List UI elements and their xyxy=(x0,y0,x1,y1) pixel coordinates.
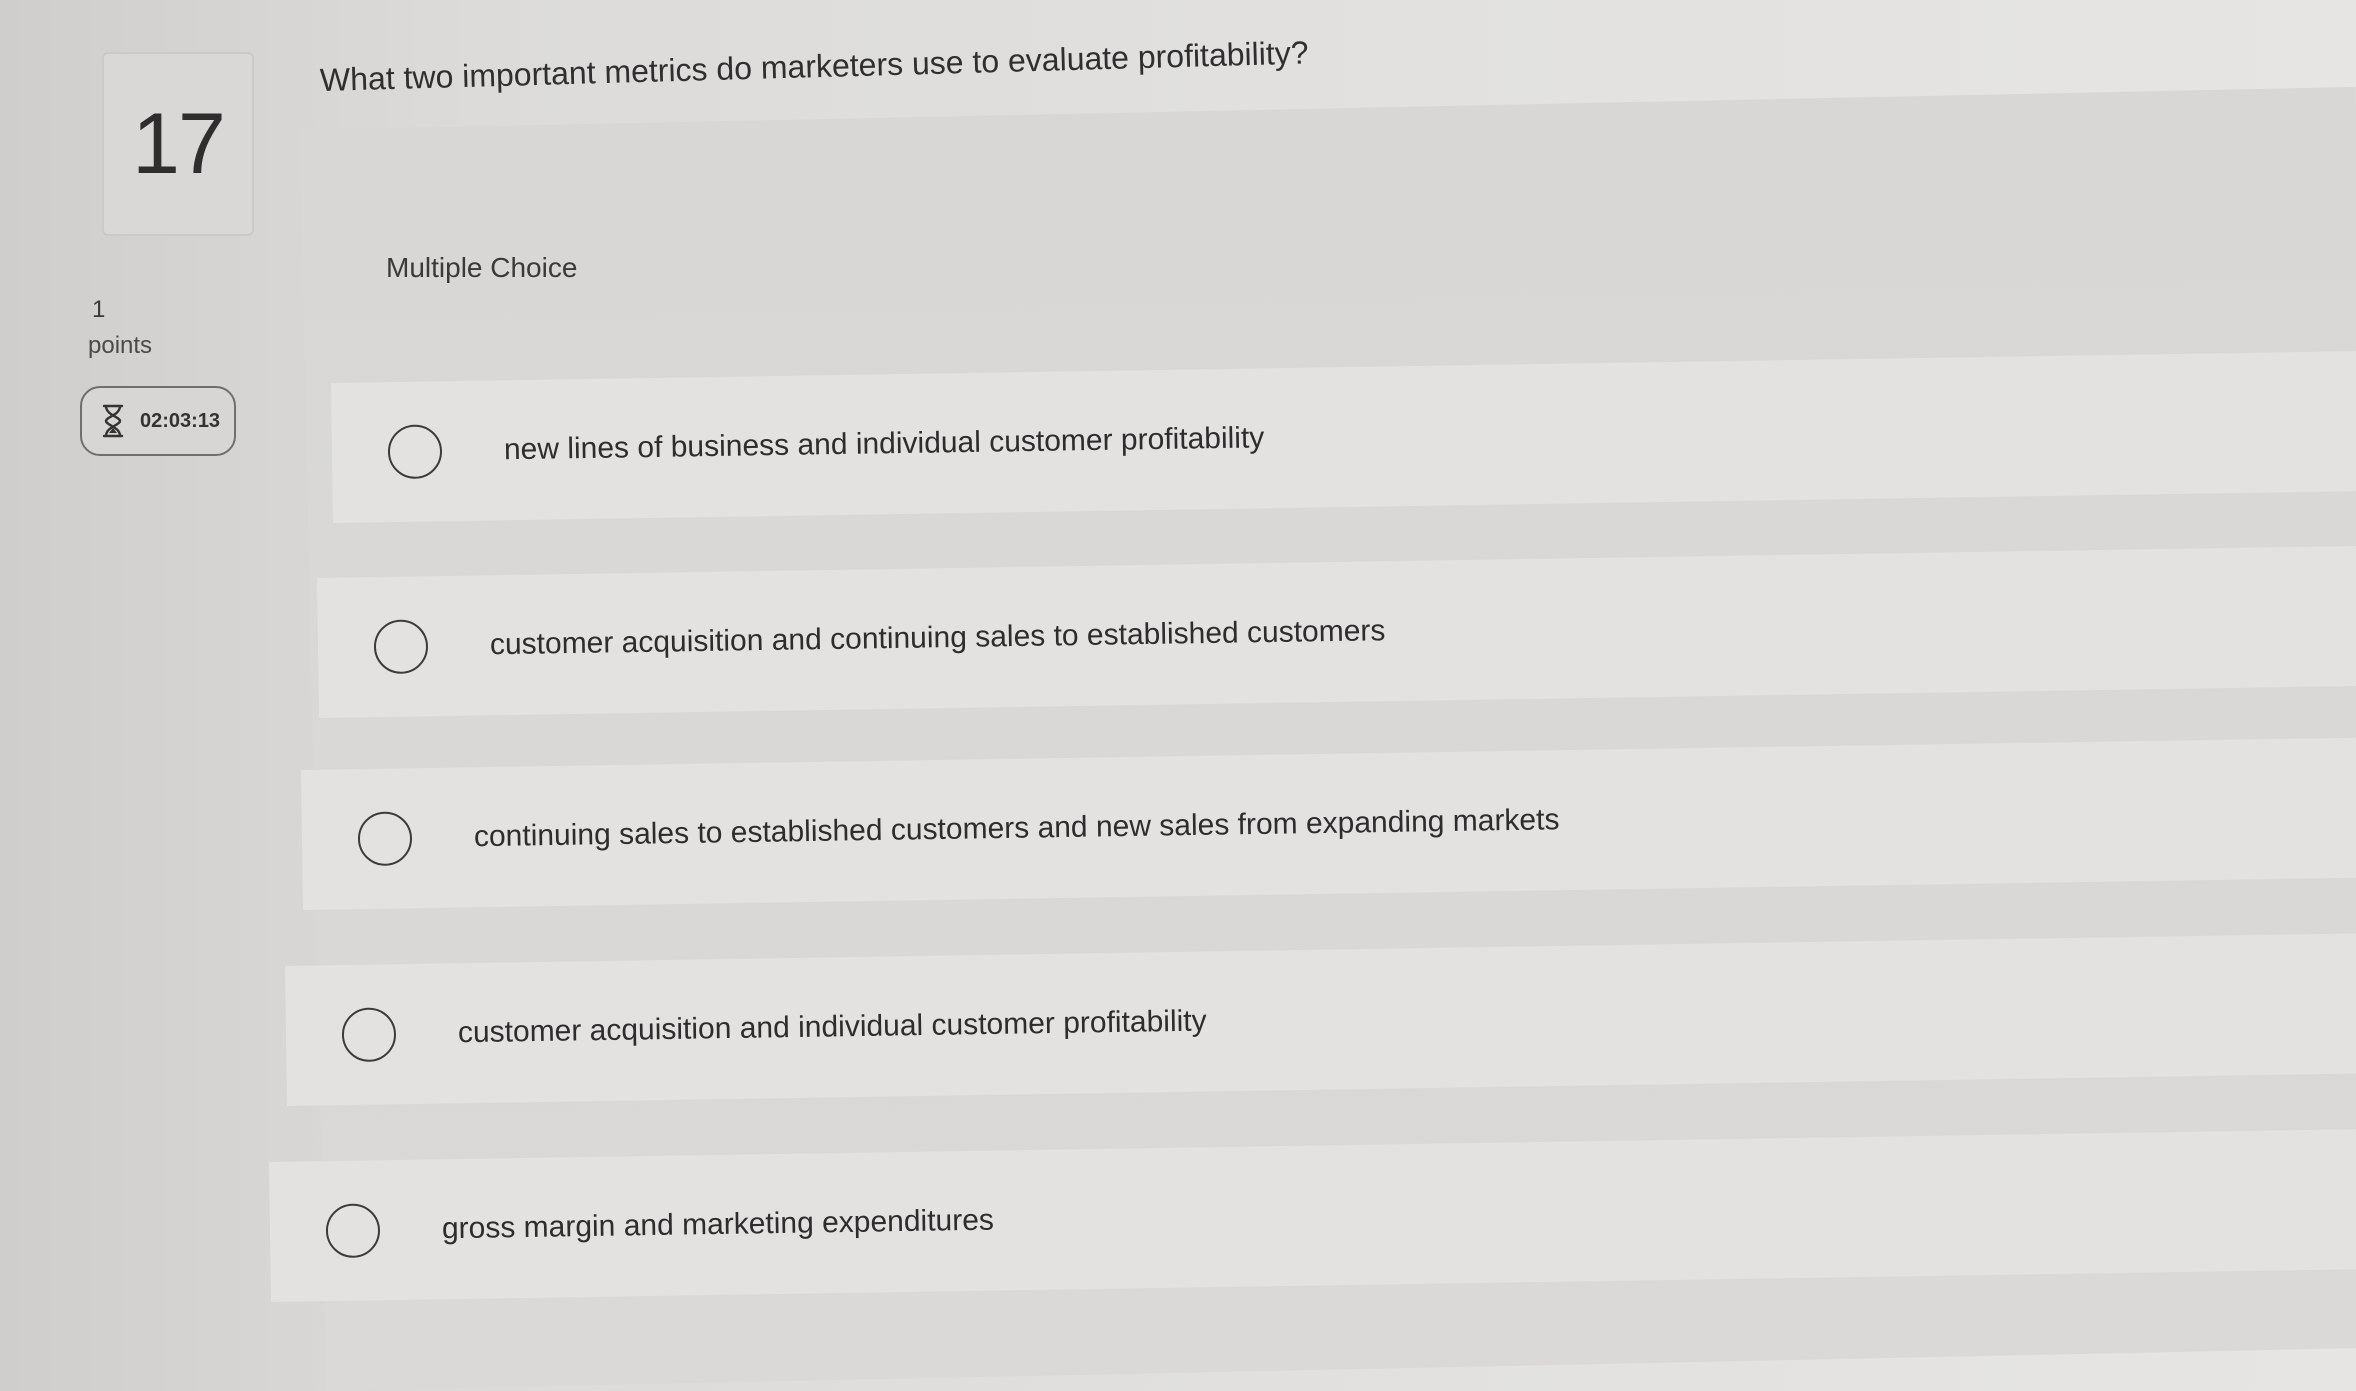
radio-button[interactable] xyxy=(387,424,443,480)
question-type-label: Multiple Choice xyxy=(386,252,578,283)
radio-button[interactable] xyxy=(341,1007,397,1063)
question-number: 17 xyxy=(132,95,226,192)
answer-option-label: customer acquisition and continuing sale… xyxy=(489,614,1386,662)
answer-option-label: customer acquisition and individual cust… xyxy=(457,1004,1207,1050)
timer-text: 02:03:13 xyxy=(140,409,221,432)
points-value: 1 xyxy=(92,296,106,323)
quiz-page: 17 1 points 02:03:13 What two important … xyxy=(0,0,2356,1391)
points-label: points xyxy=(88,332,153,359)
answer-option-label: continuing sales to established customer… xyxy=(473,803,1560,854)
radio-button[interactable] xyxy=(325,1203,381,1259)
radio-button[interactable] xyxy=(357,811,413,867)
timer-badge: 02:03:13 xyxy=(80,386,236,456)
answer-option-label: gross margin and marketing expenditures xyxy=(441,1203,995,1246)
question-text: What two important metrics do marketers … xyxy=(319,34,1309,98)
answer-option-label: new lines of business and individual cus… xyxy=(503,421,1265,467)
radio-button[interactable] xyxy=(373,619,429,675)
question-number-box: 17 xyxy=(102,52,254,236)
hourglass-icon xyxy=(100,403,126,439)
